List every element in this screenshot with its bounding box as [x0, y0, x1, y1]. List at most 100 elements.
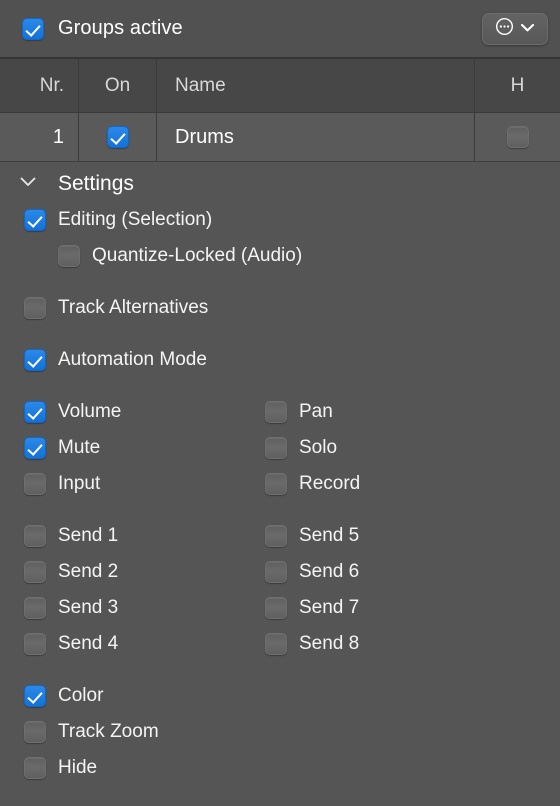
sends-row: Send 4 Send 8 — [0, 626, 560, 662]
option-record[interactable]: Record — [265, 466, 560, 502]
appearance-group: Color Track Zoom Hide — [0, 678, 560, 786]
option-label: Pan — [299, 401, 333, 422]
option-send-2[interactable]: Send 2 — [0, 554, 265, 590]
row-h-checkbox[interactable] — [506, 126, 529, 148]
option-label: Automation Mode — [58, 349, 207, 370]
column-header-nr[interactable]: Nr. — [0, 59, 78, 112]
chevron-down-icon — [520, 20, 535, 38]
mixer-row: Mute Solo — [0, 430, 560, 466]
option-label: Quantize-Locked (Audio) — [92, 245, 303, 266]
hide-checkbox[interactable] — [24, 757, 46, 779]
solo-checkbox[interactable] — [265, 437, 287, 459]
option-send-5[interactable]: Send 5 — [265, 518, 560, 554]
pan-checkbox[interactable] — [265, 401, 287, 423]
editing-selection-checkbox[interactable] — [24, 209, 46, 231]
option-hide[interactable]: Hide — [0, 750, 560, 786]
track-zoom-checkbox[interactable] — [24, 721, 46, 743]
volume-checkbox[interactable] — [24, 401, 46, 423]
automation-group: Automation Mode — [0, 342, 560, 378]
option-color[interactable]: Color — [0, 678, 560, 714]
cell-name[interactable]: Drums — [156, 113, 474, 161]
option-label: Color — [58, 685, 104, 706]
settings-title: Settings — [58, 172, 134, 195]
actions-menu-button[interactable] — [482, 12, 548, 45]
sends-row: Send 1 Send 5 — [0, 518, 560, 554]
group-table: Nr. On Name H 1 Drums — [0, 59, 560, 162]
editing-group: Editing (Selection) Quantize-Locked (Aud… — [0, 202, 560, 274]
column-header-h[interactable]: H — [474, 59, 560, 112]
mixer-row: Input Record — [0, 466, 560, 502]
option-input[interactable]: Input — [0, 466, 265, 502]
quantize-locked-audio-checkbox[interactable] — [58, 245, 80, 267]
option-send-3[interactable]: Send 3 — [0, 590, 265, 626]
input-checkbox[interactable] — [24, 473, 46, 495]
send-3-checkbox[interactable] — [24, 597, 46, 619]
option-label: Send 2 — [58, 561, 119, 582]
sends-group: Send 1 Send 5 Send 2 Send 6 Send 3 Send … — [0, 518, 560, 662]
cell-h — [474, 113, 560, 161]
option-solo[interactable]: Solo — [265, 430, 560, 466]
option-label: Send 1 — [58, 525, 119, 546]
option-send-6[interactable]: Send 6 — [265, 554, 560, 590]
column-header-on[interactable]: On — [78, 59, 156, 112]
option-track-alternatives[interactable]: Track Alternatives — [0, 290, 560, 326]
option-label: Send 8 — [299, 633, 360, 654]
mixer-row: Volume Pan — [0, 394, 560, 430]
option-label: Solo — [299, 437, 338, 458]
cell-on — [78, 113, 156, 161]
option-track-zoom[interactable]: Track Zoom — [0, 714, 560, 750]
settings-section: Settings Editing (Selection) Quantize-Lo… — [0, 166, 560, 786]
sends-row: Send 2 Send 6 — [0, 554, 560, 590]
option-editing-selection[interactable]: Editing (Selection) — [0, 202, 560, 238]
groups-active-checkbox[interactable] — [22, 17, 44, 40]
mute-checkbox[interactable] — [24, 437, 46, 459]
sends-row: Send 3 Send 7 — [0, 590, 560, 626]
color-checkbox[interactable] — [24, 685, 46, 707]
option-label: Input — [58, 473, 101, 494]
option-pan[interactable]: Pan — [265, 394, 560, 430]
option-label: Record — [299, 473, 361, 494]
option-label: Send 6 — [299, 561, 360, 582]
option-label: Mute — [58, 437, 101, 458]
send-4-checkbox[interactable] — [24, 633, 46, 655]
send-2-checkbox[interactable] — [24, 561, 46, 583]
option-label: Editing (Selection) — [58, 209, 213, 230]
groups-active-bar: Groups active — [0, 0, 560, 59]
option-label: Send 5 — [299, 525, 360, 546]
table-header-row: Nr. On Name H — [0, 59, 560, 113]
option-label: Track Zoom — [58, 721, 159, 742]
option-label: Track Alternatives — [58, 297, 209, 318]
option-quantize-locked-audio[interactable]: Quantize-Locked (Audio) — [0, 238, 560, 274]
send-5-checkbox[interactable] — [265, 525, 287, 547]
option-label: Send 4 — [58, 633, 119, 654]
chevron-down-icon[interactable] — [18, 175, 38, 193]
option-automation-mode[interactable]: Automation Mode — [0, 342, 560, 378]
groups-active-label: Groups active — [58, 17, 183, 39]
settings-disclosure-header[interactable]: Settings — [0, 166, 560, 202]
send-8-checkbox[interactable] — [265, 633, 287, 655]
automation-mode-checkbox[interactable] — [24, 349, 46, 371]
send-6-checkbox[interactable] — [265, 561, 287, 583]
option-send-8[interactable]: Send 8 — [265, 626, 560, 662]
option-send-1[interactable]: Send 1 — [0, 518, 265, 554]
track-alternatives-checkbox[interactable] — [24, 297, 46, 319]
option-mute[interactable]: Mute — [0, 430, 265, 466]
cell-nr: 1 — [52, 125, 64, 148]
column-header-name[interactable]: Name — [156, 59, 474, 112]
option-label: Volume — [58, 401, 122, 422]
row-on-checkbox[interactable] — [106, 126, 129, 148]
option-send-7[interactable]: Send 7 — [265, 590, 560, 626]
mixer-controls-group: Volume Pan Mute Solo Input Record — [0, 394, 560, 502]
record-checkbox[interactable] — [265, 473, 287, 495]
option-send-4[interactable]: Send 4 — [0, 626, 265, 662]
option-volume[interactable]: Volume — [0, 394, 265, 430]
table-row[interactable]: 1 Drums — [0, 113, 560, 162]
send-1-checkbox[interactable] — [24, 525, 46, 547]
track-alternatives-group: Track Alternatives — [0, 290, 560, 326]
send-7-checkbox[interactable] — [265, 597, 287, 619]
